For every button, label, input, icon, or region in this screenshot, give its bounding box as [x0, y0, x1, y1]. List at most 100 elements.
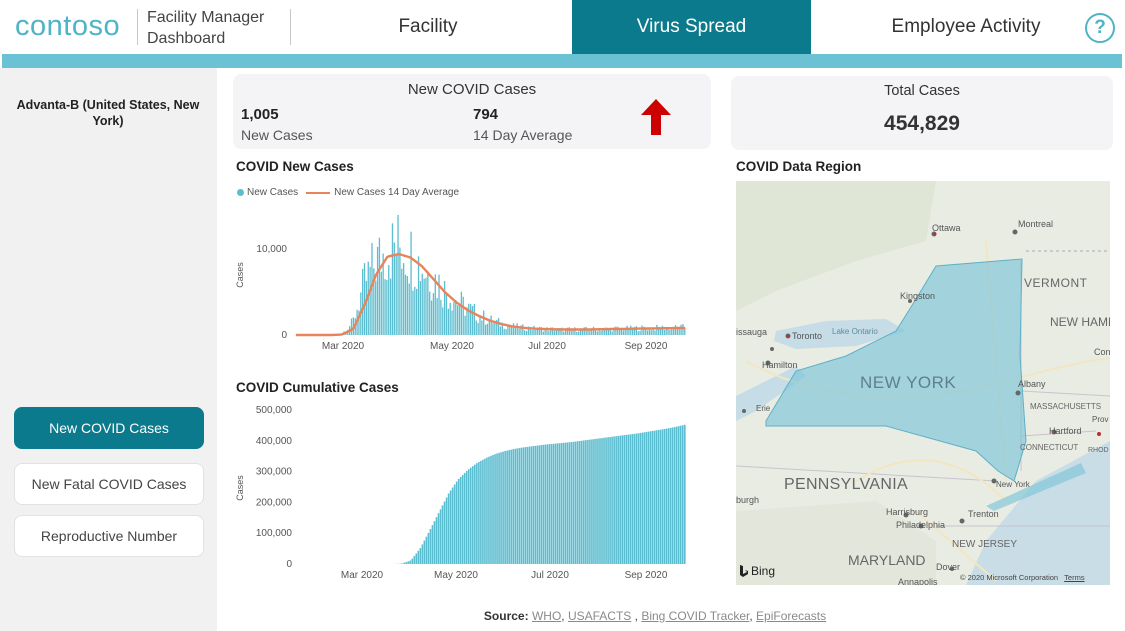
- total-cases-title: Total Cases: [884, 83, 960, 99]
- new-cases-bar: [630, 325, 632, 335]
- cumulative-cases-bar: [677, 426, 680, 564]
- cumulative-cases-bar: [605, 437, 607, 564]
- cumulative-cases-bar: [524, 447, 527, 564]
- new-cases-bar: [486, 323, 489, 335]
- new-cases-bar: [427, 271, 429, 335]
- cumulative-cases-bar: [465, 470, 468, 564]
- arrow-up-icon: [641, 99, 671, 135]
- new-cases-bar: [475, 320, 477, 335]
- new-cases-bar: [375, 280, 377, 335]
- new-cases-bar: [417, 256, 420, 335]
- cumulative-cases-bar: [639, 432, 642, 564]
- reproductive-number-button[interactable]: Reproductive Number: [14, 515, 204, 557]
- cumulative-cases-bar: [542, 444, 545, 564]
- x-tick-label: Mar 2020: [322, 341, 365, 352]
- map-label-new-york-city: New York: [996, 480, 1030, 489]
- cumulative-cases-bar: [653, 430, 656, 564]
- cumulative-cases-bar: [544, 444, 547, 564]
- cumulative-cases-bar: [613, 436, 615, 564]
- cumulative-cases-bar: [631, 434, 634, 564]
- cumulative-cases-bar: [514, 448, 517, 564]
- source-label: Source:: [483, 609, 529, 623]
- new-cases-bar: [408, 283, 410, 335]
- source-footer: Source: WHO, USAFACTS , Bing COVID Track…: [483, 609, 827, 623]
- tab-employee-activity[interactable]: Employee Activity: [845, 0, 1087, 54]
- cumulative-cases-bar: [486, 457, 488, 564]
- new-cases-bar: [509, 325, 511, 335]
- cumulative-cases-bar: [417, 550, 420, 564]
- cumulative-cases-bar: [655, 430, 658, 564]
- map-label-concord: Con: [1094, 347, 1110, 357]
- cumulative-cases-bar: [562, 442, 565, 564]
- chart-legend: New Cases New Cases 14 Day Average: [237, 187, 459, 198]
- cumulative-cases-bar: [413, 556, 416, 564]
- cumulative-cases-bar: [661, 429, 664, 564]
- contoso-logo: contoso: [15, 10, 121, 42]
- new-cases-bar: [376, 246, 379, 335]
- covid-region-map[interactable]: Ottawa Montreal VERMONT NEW HAMPSH Kings…: [736, 181, 1110, 585]
- map-label-connecticut: CONNECTICUT: [1020, 443, 1079, 452]
- y-tick-label: 400,000: [256, 436, 293, 447]
- cumulative-cases-bar: [528, 446, 531, 564]
- map-label-maryland: MARYLAND: [848, 552, 926, 568]
- map-label-new-york-state: NEW YORK: [860, 373, 957, 392]
- cumulative-cases-bar: [467, 469, 470, 564]
- cumulative-cases-bar: [669, 427, 672, 564]
- y-tick-label: 500,000: [256, 405, 293, 416]
- map-label-pittsburgh: burgh: [736, 495, 760, 505]
- source-link-epiforecasts[interactable]: EpiForecasts: [756, 609, 826, 623]
- new-cases-bar: [436, 298, 438, 335]
- source-link-bing-covid-tracker[interactable]: Bing COVID Tracker: [641, 609, 749, 623]
- new-fatal-covid-cases-button[interactable]: New Fatal COVID Cases: [14, 463, 204, 505]
- new-covid-cases-button[interactable]: New COVID Cases: [14, 407, 204, 449]
- cumulative-cases-bar: [657, 429, 660, 564]
- x-tick-label: Jul 2020: [531, 570, 569, 581]
- cumulative-cases-bar: [504, 451, 506, 564]
- map-terms-link[interactable]: Terms: [1064, 573, 1084, 582]
- new-cases-bar: [350, 318, 353, 335]
- new-cases-bar: [401, 268, 403, 335]
- cumulative-cases-bar: [550, 443, 553, 564]
- cumulative-cases-bar: [595, 438, 597, 564]
- tab-virus-spread[interactable]: Virus Spread: [572, 0, 811, 54]
- map-label-toronto: Toronto: [792, 331, 823, 341]
- tab-facility[interactable]: Facility: [303, 0, 553, 54]
- new-cases-bar: [402, 263, 405, 335]
- new-cases-bar: [456, 305, 459, 335]
- map-label-trenton: Trenton: [968, 509, 999, 519]
- cumulative-cases-bar: [478, 461, 480, 564]
- new-cases-bar: [600, 330, 602, 335]
- legend-label-14-day-average: New Cases 14 Day Average: [334, 187, 460, 198]
- bing-logo: Bing: [739, 564, 775, 578]
- help-icon[interactable]: ?: [1085, 13, 1115, 43]
- source-link-who[interactable]: WHO: [532, 609, 561, 623]
- cumulative-cases-bar: [623, 435, 626, 564]
- new-cases-bar: [674, 325, 677, 335]
- new-cases-bar: [404, 274, 407, 335]
- cumulative-cases-bar: [645, 431, 648, 564]
- new-cases-bar: [416, 288, 418, 335]
- cumulative-cases-bar: [599, 438, 601, 564]
- new-cases-bar: [548, 330, 550, 335]
- map-copyright-text: © 2020 Microsoft Corporation: [960, 573, 1059, 582]
- new-cases-bar: [656, 324, 658, 335]
- left-panel: Advanta-B (United States, New York) New …: [0, 68, 217, 631]
- map-copyright: © 2020 Microsoft Corporation Terms: [960, 573, 1085, 582]
- new-cases-bar: [522, 324, 524, 335]
- cumulative-cases-bar: [435, 517, 438, 564]
- cumulative-cases-bar: [496, 453, 498, 564]
- new-cases-bar: [432, 293, 435, 335]
- cumulative-cases-bar: [548, 444, 551, 564]
- new-cases-chart-title: COVID New Cases: [236, 159, 354, 174]
- cumulative-cases-bar: [554, 443, 557, 564]
- cumulative-cases-bar: [518, 448, 521, 564]
- top-header: contoso Facility Manager Dashboard Facil…: [0, 0, 1125, 54]
- new-cases-bar: [445, 294, 448, 335]
- cumulative-cases-bar: [457, 478, 460, 564]
- source-link-usafacts[interactable]: USAFACTS: [568, 609, 631, 623]
- cumulative-cases-bar: [576, 441, 579, 564]
- cumulative-cases-bar: [564, 442, 567, 564]
- new-cases-bar: [429, 291, 431, 335]
- cumulative-cases-bar: [611, 436, 613, 564]
- cumulative-cases-bar: [585, 440, 587, 564]
